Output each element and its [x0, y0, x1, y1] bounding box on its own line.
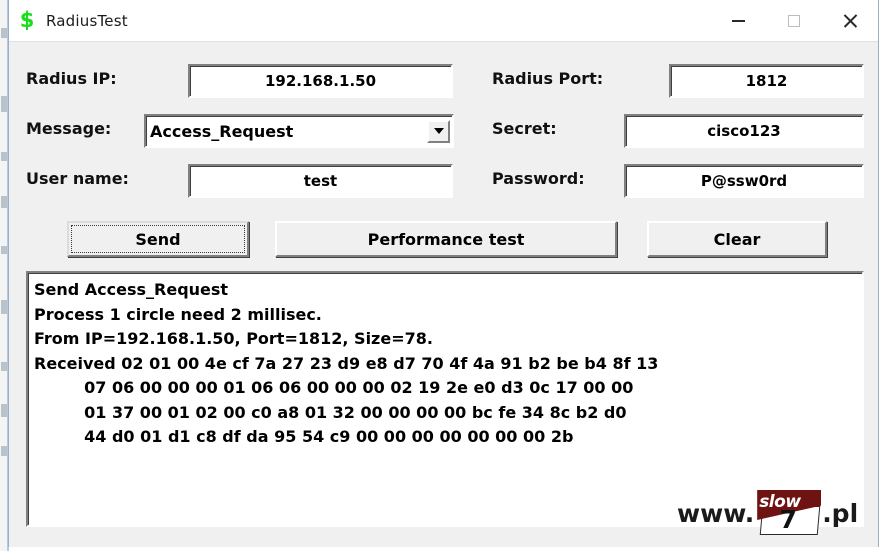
title-bar[interactable]: $ RadiusTest	[9, 0, 878, 42]
radius-ip-input[interactable]: 192.168.1.50	[188, 64, 453, 98]
send-button[interactable]: Send	[67, 221, 249, 257]
watermark-suffix: .pl	[822, 498, 859, 528]
clear-button-label: Clear	[713, 229, 761, 249]
minimize-button[interactable]	[710, 0, 766, 41]
window-controls	[710, 0, 878, 41]
performance-test-button[interactable]: Performance test	[275, 221, 617, 257]
password-label: Password:	[492, 169, 585, 188]
watermark-prefix: www.	[677, 498, 755, 528]
message-selected-value: Access_Request	[150, 121, 294, 141]
close-button[interactable]	[822, 0, 878, 41]
minimize-icon	[731, 19, 745, 22]
maximize-icon	[788, 14, 800, 27]
radius-port-label: Radius Port:	[492, 69, 604, 88]
log-output-textarea[interactable]: Send Access_Request Process 1 circle nee…	[26, 271, 864, 527]
slow7-logo-icon: 7 slow	[755, 490, 822, 536]
password-input[interactable]: P@ssw0rd	[624, 164, 864, 198]
chevron-down-icon[interactable]	[427, 119, 450, 143]
maximize-button[interactable]	[766, 0, 822, 41]
log-output-text: Send Access_Request Process 1 circle nee…	[34, 280, 659, 446]
radiustest-window: $ RadiusTest Radius IP: 192.168.1.50 Rad…	[8, 0, 879, 547]
performance-test-button-label: Performance test	[367, 229, 525, 249]
user-name-label: User name:	[26, 169, 129, 188]
message-label: Message:	[26, 119, 112, 138]
watermark: www. 7 slow .pl	[677, 490, 858, 536]
window-title: RadiusTest	[46, 11, 128, 30]
send-button-label: Send	[135, 229, 181, 249]
client-area: Radius IP: 192.168.1.50 Radius Port: 181…	[9, 42, 878, 547]
close-icon	[842, 13, 858, 29]
radius-ip-label: Radius IP:	[26, 69, 117, 88]
message-dropdown[interactable]: Access_Request	[144, 114, 454, 148]
secret-input[interactable]: cisco123	[624, 114, 864, 148]
dollar-sign-icon: $	[19, 8, 35, 32]
secret-label: Secret:	[492, 119, 557, 138]
clear-button[interactable]: Clear	[647, 221, 827, 257]
radius-port-input[interactable]: 1812	[669, 64, 864, 98]
user-name-input[interactable]: test	[188, 164, 453, 198]
watermark-logo-text: slow	[759, 492, 801, 512]
